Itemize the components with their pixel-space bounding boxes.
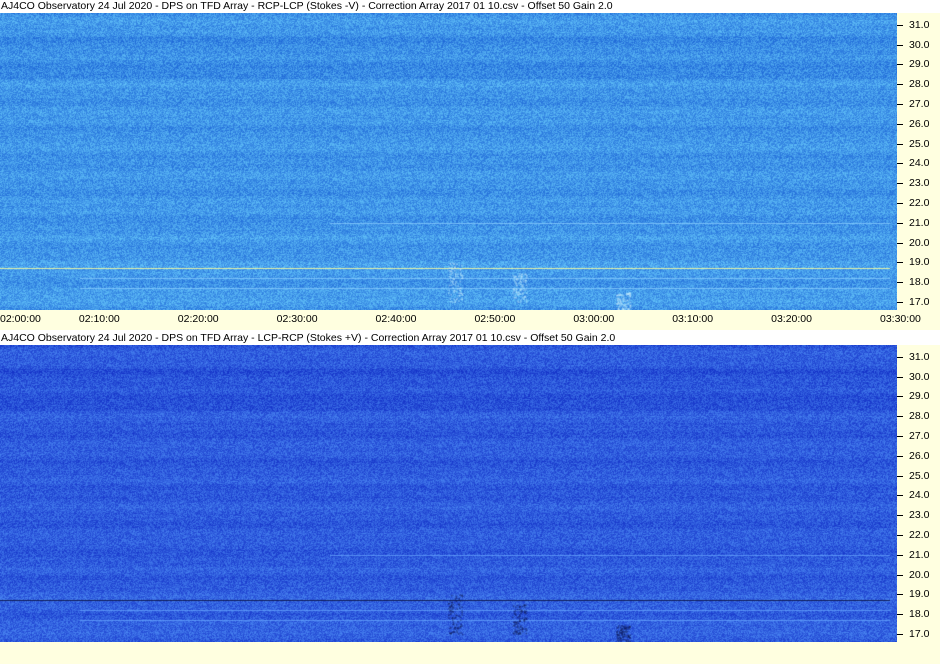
freq-tick [897, 84, 903, 86]
freq-tick [897, 143, 903, 145]
freq-tick-label: 18.0 [909, 276, 930, 289]
time-tick-label: 02:00:00 [0, 313, 41, 325]
freq-tick-label: 24.0 [909, 489, 930, 502]
freq-tick [897, 376, 903, 378]
time-tick-label: 02:50:00 [474, 313, 516, 325]
freq-tick [897, 515, 903, 517]
freq-tick-label: 20.0 [909, 236, 930, 249]
time-tick-label: 02:30:00 [276, 313, 318, 325]
freq-tick [897, 455, 903, 457]
freq-tick-label: 30.0 [909, 370, 930, 383]
freq-tick [897, 302, 903, 304]
freq-tick-label: 19.0 [909, 256, 930, 269]
panel-2-title: AJ4CO Observatory 24 Jul 2020 - DPS on T… [0, 332, 940, 345]
freq-tick-label: 27.0 [909, 430, 930, 443]
freq-tick-label: 27.0 [909, 98, 930, 111]
freq-tick-label: 29.0 [909, 58, 930, 71]
freq-tick-label: 21.0 [909, 548, 930, 561]
freq-tick [897, 416, 903, 418]
freq-tick [897, 495, 903, 497]
freq-tick [897, 554, 903, 556]
time-tick-label: 02:40:00 [375, 313, 417, 325]
freq-tick [897, 535, 903, 537]
panel-1-time-axis: 02:00:00 02:10:00 02:20:00 02:30:00 02:40:00… [0, 310, 940, 330]
time-tick-label: 03:10:00 [672, 313, 714, 325]
freq-tick [897, 436, 903, 438]
freq-tick-label: 25.0 [909, 469, 930, 482]
time-tick-label: 03:30:00 [880, 313, 921, 325]
freq-tick-label: 24.0 [909, 157, 930, 170]
freq-tick [897, 123, 903, 125]
freq-tick [897, 594, 903, 596]
freq-tick-label: 20.0 [909, 568, 930, 581]
freq-tick-label: 22.0 [909, 197, 930, 210]
freq-tick-label: 23.0 [909, 509, 930, 522]
freq-tick [897, 475, 903, 477]
panel-1-title: AJ4CO Observatory 24 Jul 2020 - DPS on T… [0, 0, 940, 13]
time-tick-label: 03:00:00 [573, 313, 615, 325]
freq-tick [897, 183, 903, 185]
freq-tick-label: 17.0 [909, 296, 930, 309]
freq-tick [897, 356, 903, 358]
freq-tick-label: 19.0 [909, 588, 930, 601]
freq-tick [897, 396, 903, 398]
time-tick-label: 03:20:00 [771, 313, 812, 325]
freq-tick-label: 31.0 [909, 18, 930, 31]
freq-tick-label: 28.0 [909, 78, 930, 91]
time-tick-label: 02:10:00 [78, 313, 120, 325]
freq-tick-label: 22.0 [909, 529, 930, 542]
freq-tick-label: 18.0 [909, 608, 930, 621]
freq-tick [897, 203, 903, 205]
panel-1-spectrogram [0, 13, 897, 310]
freq-tick [897, 222, 903, 224]
freq-tick [897, 614, 903, 616]
freq-tick [897, 44, 903, 46]
freq-tick [897, 24, 903, 26]
freq-tick-label: 26.0 [909, 449, 930, 462]
freq-tick [897, 104, 903, 106]
freq-tick-label: 17.0 [909, 628, 930, 641]
freq-tick [897, 262, 903, 264]
panel-2-time-axis [0, 642, 940, 664]
time-tick-label: 02:20:00 [177, 313, 219, 325]
panel-1-frequency-axis: 31.0 30.0 29.0 28.0 27.0 26.0 25.0 24.0 23.0 22.0… [897, 13, 940, 310]
freq-tick-label: 31.0 [909, 350, 930, 363]
freq-tick-label: 30.0 [909, 38, 930, 51]
freq-tick-label: 23.0 [909, 177, 930, 190]
panel-1-heatmap [0, 13, 897, 310]
panel-2-spectrogram [0, 345, 897, 642]
freq-tick [897, 574, 903, 576]
freq-tick-label: 21.0 [909, 216, 930, 229]
panel-2-frequency-axis: 31.0 30.0 29.0 28.0 27.0 26.0 25.0 24.0 23.0 22.0… [897, 345, 940, 642]
freq-tick [897, 64, 903, 66]
panel-2-heatmap [0, 345, 897, 642]
freq-tick [897, 242, 903, 244]
freq-tick [897, 282, 903, 284]
freq-tick-label: 29.0 [909, 390, 930, 403]
freq-tick [897, 634, 903, 636]
freq-tick-label: 25.0 [909, 137, 930, 150]
freq-tick-label: 26.0 [909, 117, 930, 130]
freq-tick [897, 163, 903, 165]
freq-tick-label: 28.0 [909, 410, 930, 423]
